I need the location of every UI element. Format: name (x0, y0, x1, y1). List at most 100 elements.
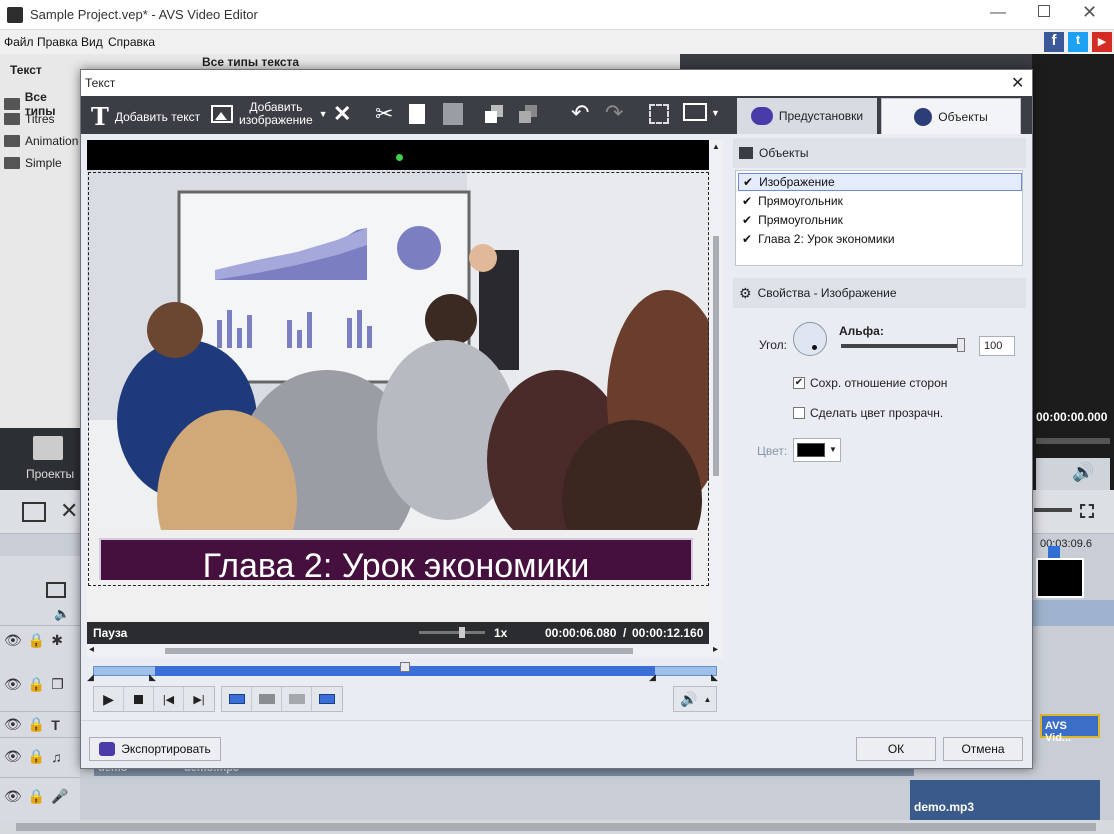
dialog-close-icon[interactable]: ✕ (1011, 73, 1024, 93)
checkmark-icon[interactable]: ✔ (742, 194, 752, 208)
maximize-icon[interactable] (1038, 5, 1050, 17)
preview-vscroll[interactable]: ▲ (709, 140, 723, 644)
scroll-up-icon[interactable]: ▲ (712, 142, 720, 151)
seek-bar[interactable]: ◢ ◣ ◢ ◣ (87, 662, 718, 683)
menu-file[interactable]: Файл (4, 35, 34, 49)
mark-out-button[interactable] (312, 687, 342, 711)
list-item[interactable]: ✔ Глава 2: Урок экономики (738, 230, 1022, 248)
trim-marker[interactable]: ◣ (149, 672, 156, 683)
eye-icon[interactable]: 👁 (4, 788, 22, 805)
monitor-icon[interactable] (683, 103, 707, 121)
list-item[interactable]: ✔ Прямоугольник (738, 211, 1022, 229)
add-text-button[interactable]: T Добавить текст (91, 102, 200, 131)
minimize-icon[interactable]: — (990, 4, 1006, 22)
scroll-thumb[interactable] (713, 236, 719, 476)
next-frame-button[interactable]: ▶| (184, 687, 214, 711)
trim-left-button[interactable] (252, 687, 282, 711)
tab-presets[interactable]: Предустановки (737, 98, 877, 134)
trim-right-icon (288, 694, 305, 704)
stop-button[interactable] (124, 687, 154, 711)
lock-icon[interactable]: 🔒 (28, 748, 45, 765)
checkmark-icon[interactable]: ✔ (742, 213, 752, 227)
caption-band-lower (87, 580, 709, 622)
storyboard-icon[interactable] (22, 502, 46, 522)
ok-button[interactable]: ОК (856, 737, 936, 761)
eye-icon[interactable]: 👁 (4, 748, 22, 765)
menu-help[interactable]: Справка (108, 35, 155, 49)
projects-button[interactable]: Проекты (0, 428, 80, 490)
lock-icon[interactable]: 🔒 (28, 716, 45, 733)
eye-icon[interactable]: 👁 (4, 676, 22, 693)
scroll-thumb[interactable] (165, 648, 633, 654)
trim-end-marker[interactable]: ◣ (711, 672, 718, 683)
category-titres[interactable]: Titres (4, 112, 55, 126)
alpha-slider[interactable] (841, 338, 965, 352)
trim-start-marker[interactable]: ◢ (87, 672, 94, 683)
redo-icon[interactable]: ↷ (605, 100, 623, 126)
scroll-left-icon[interactable]: ◂ (89, 644, 94, 655)
prev-frame-button[interactable]: |◀ (154, 687, 184, 711)
trim-left-icon (258, 694, 275, 704)
fit-icon[interactable] (1080, 504, 1094, 518)
video-clip-thumb[interactable] (1036, 558, 1084, 598)
category-animation[interactable]: Animation (4, 134, 78, 148)
list-item[interactable]: ✔ Прямоугольник (738, 192, 1022, 210)
color-picker[interactable]: ▼ (793, 438, 841, 462)
delete-icon[interactable]: ✕ (333, 101, 351, 127)
chevron-down-icon[interactable]: ▼ (711, 108, 720, 118)
bring-forward-icon[interactable] (485, 105, 503, 123)
eye-icon[interactable]: 👁 (4, 632, 22, 649)
add-image-button[interactable]: Добавить изображение ▼ (211, 101, 328, 127)
keep-aspect-checkbox[interactable]: ✔ Сохр. отношение сторон (793, 376, 947, 390)
timeline-hscroll[interactable] (0, 820, 1114, 834)
tab-objects[interactable]: Объекты (881, 98, 1021, 134)
paste-icon[interactable] (443, 103, 463, 125)
cancel-button[interactable]: Отмена (943, 737, 1023, 761)
rotate-handle[interactable] (396, 154, 403, 161)
seek-thumb[interactable] (400, 662, 410, 672)
youtube-icon[interactable]: ▶ (1092, 32, 1112, 52)
list-item[interactable]: ✔ Изображение (738, 173, 1022, 191)
timeline-playhead[interactable] (1048, 546, 1060, 558)
menu-view[interactable]: Вид (81, 35, 103, 49)
text-clip[interactable]: AVS Vid... (1040, 714, 1100, 744)
volume-icon[interactable]: 🔊 (1072, 462, 1094, 483)
alpha-input[interactable]: 100 (979, 336, 1015, 356)
trim-marker[interactable]: ◢ (649, 672, 656, 683)
zoom-slider[interactable] (1034, 508, 1072, 512)
scroll-right-icon[interactable]: ▸ (713, 644, 718, 655)
lock-icon[interactable]: 🔒 (28, 676, 45, 693)
checkmark-icon[interactable]: ✔ (743, 175, 753, 189)
folder-icon (4, 113, 20, 125)
lock-icon[interactable]: 🔒 (28, 788, 45, 805)
cut-icon[interactable]: ✂ (375, 101, 393, 127)
mute-icon[interactable]: 🔈 (54, 606, 70, 622)
transparent-color-checkbox[interactable]: Сделать цвет прозрачн. (793, 406, 943, 420)
checkmark-icon[interactable]: ✔ (742, 232, 752, 246)
export-button[interactable]: Экспортировать (89, 737, 221, 761)
main-preview-scrub[interactable] (1036, 438, 1110, 444)
text-dialog: Текст ✕ T Добавить текст Добавить изобра… (80, 69, 1033, 769)
delete-icon[interactable]: ✕ (60, 498, 78, 524)
send-backward-icon[interactable] (519, 105, 537, 123)
twitter-icon[interactable]: t (1068, 32, 1088, 52)
trim-right-button[interactable] (282, 687, 312, 711)
undo-icon[interactable]: ↶ (571, 100, 589, 126)
alpha-slider-thumb[interactable] (957, 338, 965, 352)
close-app-icon[interactable]: ✕ (1082, 2, 1097, 23)
lock-icon[interactable]: 🔒 (28, 632, 45, 649)
angle-dial[interactable] (793, 322, 827, 356)
voice-clip[interactable]: demo.mp3 (910, 780, 1100, 820)
volume-control[interactable]: 🔊 ▲ (673, 686, 717, 712)
eye-icon[interactable]: 👁 (4, 716, 22, 733)
preview-hscroll[interactable]: ◂ ▸ (87, 644, 723, 658)
copy-icon[interactable] (409, 104, 425, 124)
play-button[interactable]: ▶ (94, 687, 124, 711)
facebook-icon[interactable]: f (1044, 32, 1064, 52)
speed-slider[interactable] (419, 627, 485, 638)
menu-edit[interactable]: Правка (37, 35, 78, 49)
mark-in-button[interactable] (222, 687, 252, 711)
category-simple[interactable]: Simple (4, 156, 62, 170)
grid-icon[interactable] (649, 104, 669, 124)
selection-box[interactable] (88, 172, 709, 586)
